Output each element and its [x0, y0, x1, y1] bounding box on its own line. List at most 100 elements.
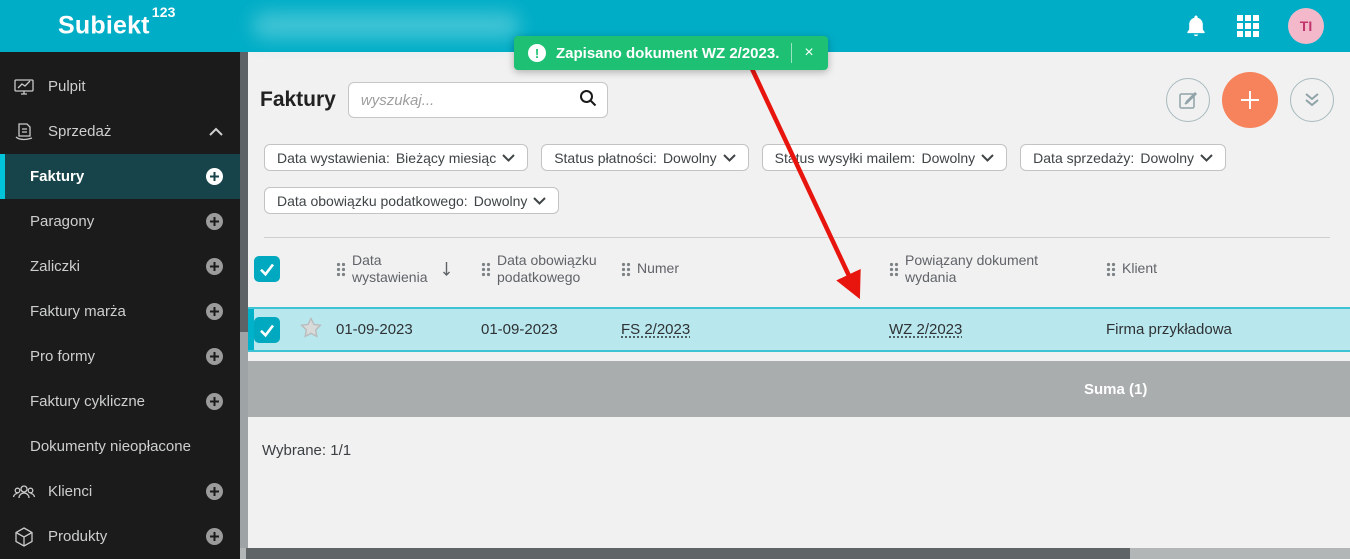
- drag-handle-icon: [1106, 262, 1116, 276]
- topbar-actions: TI: [1184, 8, 1324, 44]
- drag-handle-icon: [336, 262, 346, 276]
- column-label: Data wystawienia: [352, 251, 428, 286]
- row-selection-accent: [248, 309, 254, 350]
- brand-name: Subiekt: [58, 11, 150, 40]
- page-title: Faktury: [260, 88, 336, 111]
- filter-label: Status wysyłki mailem:: [774, 149, 916, 166]
- dashboard-icon: [12, 75, 36, 99]
- sidebar-item-label: Paragony: [30, 213, 95, 230]
- company-name-redacted: [252, 12, 520, 39]
- related-doc-link[interactable]: WZ 2/2023: [889, 321, 962, 338]
- clients-icon: [12, 480, 36, 504]
- column-header-number[interactable]: Numer: [611, 260, 879, 278]
- sidebar-item-zaliczki[interactable]: Zaliczki: [0, 244, 240, 289]
- plus-circle-icon[interactable]: [205, 167, 224, 186]
- sidebar-item-label: Faktury: [30, 168, 85, 185]
- column-header-tax-date[interactable]: Data obowiązku podatkowego: [471, 252, 611, 287]
- content-header: Faktury: [260, 72, 1334, 128]
- summary-row: Suma (1): [248, 361, 1350, 417]
- select-all-checkbox[interactable]: [254, 256, 280, 282]
- app-logo[interactable]: Subiekt 123: [58, 4, 175, 40]
- sidebar-item-klienci[interactable]: Klienci: [0, 469, 240, 514]
- column-header-client[interactable]: Klient: [1096, 260, 1350, 278]
- expand-all-button[interactable]: [1290, 78, 1334, 122]
- horizontal-scrollbar-thumb[interactable]: [246, 548, 1130, 559]
- filter-status-wysylki[interactable]: Status wysyłki mailem: Dowolny: [761, 144, 1008, 171]
- filter-data-sprzedazy[interactable]: Data sprzedaży: Dowolny: [1020, 144, 1227, 171]
- filter-data-wystawienia[interactable]: Data wystawienia: Bieżący miesiąc: [264, 144, 529, 171]
- sidebar-item-faktury[interactable]: Faktury: [0, 154, 240, 199]
- invoice-number-link[interactable]: FS 2/2023: [621, 321, 690, 338]
- column-label: Data obowiązku podatkowego: [497, 251, 597, 286]
- toast-message: Zapisano dokument WZ 2/2023.: [556, 44, 780, 62]
- plus-circle-icon[interactable]: [205, 257, 224, 276]
- filter-label: Data obowiązku podatkowego:: [277, 192, 468, 209]
- drag-handle-icon: [889, 262, 899, 276]
- sidebar-item-label: Pulpit: [48, 78, 86, 95]
- plus-circle-icon[interactable]: [205, 212, 224, 231]
- toolbar-actions: [1166, 72, 1334, 128]
- column-header-related-doc[interactable]: Powiązany dokument wydania: [879, 252, 1096, 287]
- notifications-bell-icon[interactable]: [1184, 14, 1208, 38]
- app-window: Subiekt 123 TI Pulpit Sprzedaż Faktury P…: [0, 0, 1350, 559]
- chevron-down-icon: [981, 153, 994, 162]
- sidebar-item-label: Klienci: [48, 483, 93, 500]
- filter-value: Dowolny: [662, 149, 717, 166]
- plus-circle-icon[interactable]: [205, 302, 224, 321]
- search-input[interactable]: [360, 91, 579, 109]
- plus-circle-icon[interactable]: [205, 347, 224, 366]
- filter-value: Dowolny: [1140, 149, 1195, 166]
- sidebar: Pulpit Sprzedaż Faktury Paragony Zaliczk…: [0, 52, 240, 559]
- filter-data-obowiazku[interactable]: Data obowiązku podatkowego: Dowolny: [264, 187, 560, 214]
- toast-divider: [791, 43, 793, 63]
- filter-value: Dowolny: [473, 192, 528, 209]
- column-header-issue-date[interactable]: Data wystawienia: [326, 252, 471, 287]
- drag-handle-icon: [621, 262, 631, 276]
- toast-notification: ! Zapisano dokument WZ 2/2023. ×: [514, 36, 828, 70]
- chevron-down-icon: [533, 196, 547, 205]
- search-icon[interactable]: [579, 89, 597, 112]
- plus-circle-icon[interactable]: [205, 482, 224, 501]
- table-row[interactable]: 01-09-2023 01-09-2023 FS 2/2023 WZ 2/202…: [248, 307, 1350, 352]
- filter-status-platnosci[interactable]: Status płatności: Dowolny: [541, 144, 749, 171]
- sales-icon: [12, 120, 36, 144]
- plus-circle-icon[interactable]: [205, 392, 224, 411]
- sidebar-item-label: Dokumenty nieopłacone: [30, 438, 191, 455]
- sidebar-item-dokumenty-nieoplacone[interactable]: Dokumenty nieopłacone: [0, 424, 240, 469]
- plus-circle-icon[interactable]: [205, 527, 224, 546]
- sidebar-item-sprzedaz[interactable]: Sprzedaż: [0, 109, 240, 154]
- avatar-initials: TI: [1299, 18, 1313, 34]
- cell-client: Firma przykładowa: [1106, 321, 1232, 338]
- sidebar-item-label: Sprzedaż: [48, 123, 112, 140]
- filter-label: Status płatności:: [554, 149, 657, 166]
- apps-grid-icon[interactable]: [1236, 14, 1260, 38]
- vertical-scrollbar[interactable]: [240, 52, 248, 548]
- row-star-cell: [298, 316, 326, 342]
- vertical-scrollbar-thumb[interactable]: [240, 52, 248, 332]
- sidebar-item-pulpit[interactable]: Pulpit: [0, 64, 240, 109]
- toast-close-icon[interactable]: ×: [802, 44, 815, 62]
- sidebar-item-pro-formy[interactable]: Pro formy: [0, 334, 240, 379]
- sidebar-item-faktury-cykliczne[interactable]: Faktury cykliczne: [0, 379, 240, 424]
- edit-button[interactable]: [1166, 78, 1210, 122]
- brand-sup: 123: [151, 4, 176, 21]
- sidebar-item-produkty[interactable]: Produkty: [0, 514, 240, 559]
- sidebar-item-paragony[interactable]: Paragony: [0, 199, 240, 244]
- chevron-down-icon: [502, 153, 515, 162]
- add-button[interactable]: [1222, 72, 1278, 128]
- column-label: Numer: [637, 260, 680, 277]
- sidebar-item-label: Faktury marża: [30, 303, 126, 320]
- user-avatar[interactable]: TI: [1288, 8, 1324, 44]
- sidebar-item-label: Faktury cykliczne: [30, 393, 146, 410]
- sidebar-item-faktury-marza[interactable]: Faktury marża: [0, 289, 240, 334]
- sort-descending-icon: [443, 262, 450, 276]
- search-box: [347, 82, 608, 118]
- row-checkbox[interactable]: [254, 316, 280, 343]
- summary-label: Suma (1): [1084, 380, 1148, 398]
- horizontal-scrollbar[interactable]: [240, 548, 1350, 559]
- cell-tax-date: 01-09-2023: [481, 321, 558, 338]
- star-icon[interactable]: [300, 316, 322, 338]
- products-icon: [12, 525, 36, 549]
- cell-issue-date: 01-09-2023: [336, 321, 413, 338]
- sidebar-item-label: Pro formy: [30, 348, 96, 365]
